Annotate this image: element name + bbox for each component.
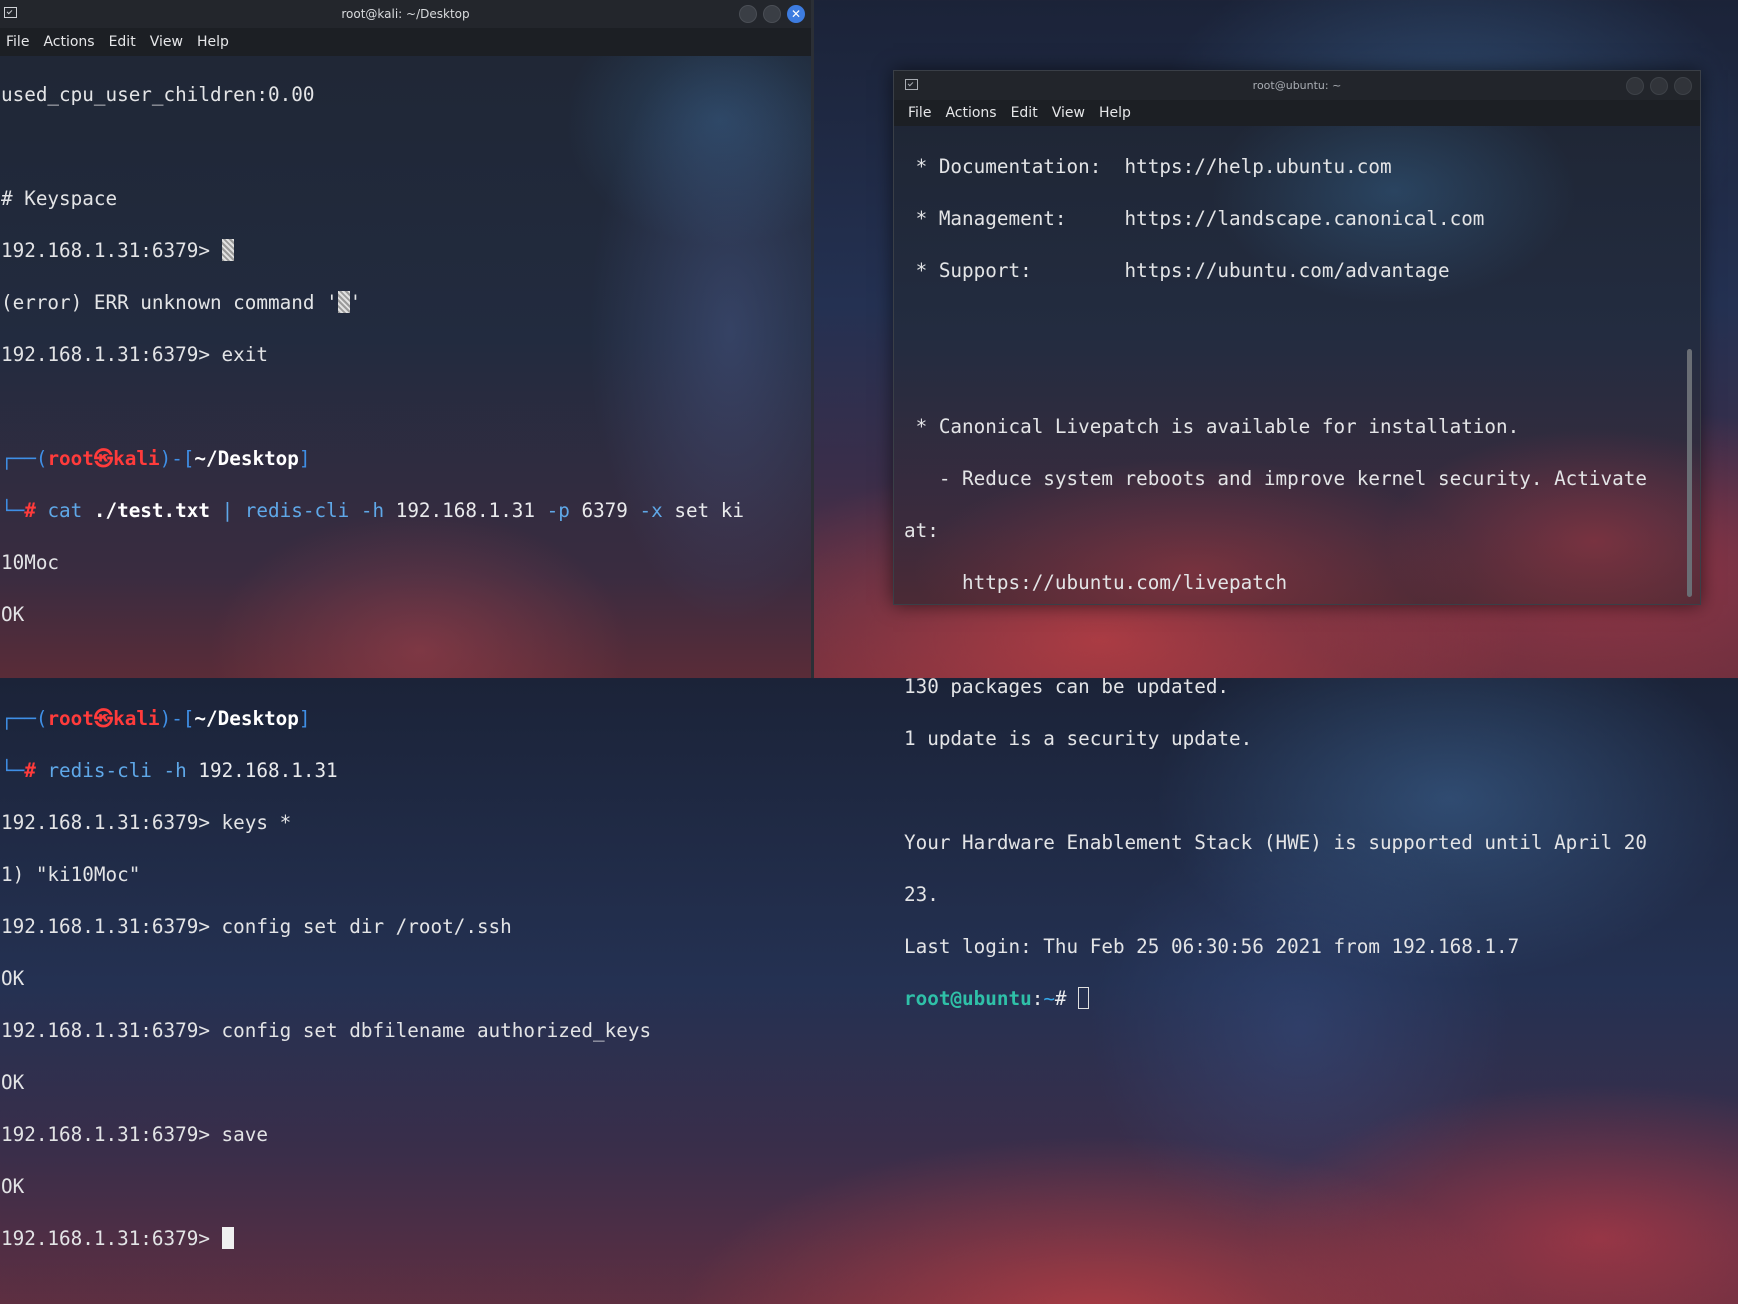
menu-view[interactable]: View: [1052, 100, 1085, 126]
kali-menubar: File Actions Edit View Help: [0, 28, 811, 56]
terminal-line: 192.168.1.31:6379> keys *: [1, 811, 292, 834]
close-icon: ✕: [790, 7, 802, 21]
terminal-line: 1 update is a security update.: [904, 727, 1253, 750]
terminal-line: - Reduce system reboots and improve kern…: [904, 467, 1647, 490]
terminal-line: Last login: Thu Feb 25 06:30:56 2021 fro…: [904, 935, 1520, 958]
terminal-line: 10Moc: [1, 551, 60, 574]
menu-view[interactable]: View: [150, 28, 183, 56]
terminal-icon: [905, 79, 918, 90]
shell-prompt: root@ubuntu:~#: [904, 986, 1700, 1012]
window-controls: [1626, 77, 1692, 95]
terminal-line: 1) "ki10Moc": [1, 863, 141, 886]
menu-help[interactable]: Help: [197, 28, 229, 56]
text-cursor: [1078, 987, 1090, 1009]
garbage-char: [221, 239, 234, 261]
menu-edit[interactable]: Edit: [1011, 100, 1038, 126]
kali-terminal-window[interactable]: root@kali: ~/Desktop ✕ File Actions Edit…: [0, 0, 814, 1250]
window-controls: ✕: [739, 5, 805, 23]
terminal-line: 192.168.1.31:6379> save: [1, 1123, 268, 1146]
minimize-button[interactable]: [1626, 77, 1644, 95]
terminal-line: * Support: https://ubuntu.com/advantage: [904, 259, 1450, 282]
maximize-button[interactable]: [763, 5, 781, 23]
menu-file[interactable]: File: [6, 28, 29, 56]
scrollbar[interactable]: [1687, 349, 1692, 597]
terminal-line: 192.168.1.31:6379> exit: [1, 343, 268, 366]
window-title: root@ubuntu: ~: [1252, 79, 1342, 92]
terminal-line: * Canonical Livepatch is available for i…: [904, 415, 1520, 438]
terminal-icon: [4, 7, 17, 18]
ubuntu-terminal-output[interactable]: * Documentation: https://help.ubuntu.com…: [894, 126, 1700, 1064]
kali-terminal-output[interactable]: used_cpu_user_children:0.00 # Keyspace 1…: [0, 56, 811, 1304]
shell-command-line: └─# cat ./test.txt | redis-cli -h 192.16…: [1, 499, 744, 522]
ubuntu-titlebar[interactable]: root@ubuntu: ~: [894, 71, 1700, 100]
terminal-line: * Documentation: https://help.ubuntu.com: [904, 155, 1392, 178]
terminal-line: OK: [1, 967, 25, 990]
terminal-line: OK: [1, 1175, 25, 1198]
menu-edit[interactable]: Edit: [109, 28, 136, 56]
terminal-line: (error) ERR unknown command ' ': [1, 291, 362, 314]
garbage-char: [337, 291, 350, 313]
menu-help[interactable]: Help: [1099, 100, 1131, 126]
terminal-line: used_cpu_user_children:0.00: [1, 83, 315, 106]
terminal-line: # Keyspace: [1, 187, 118, 210]
close-button[interactable]: [1674, 77, 1692, 95]
menu-file[interactable]: File: [908, 100, 931, 126]
terminal-line: OK: [1, 603, 25, 626]
window-title: root@kali: ~/Desktop: [341, 7, 470, 21]
terminal-line: 192.168.1.31:6379>: [1, 238, 811, 264]
terminal-line: Your Hardware Enablement Stack (HWE) is …: [904, 831, 1647, 854]
terminal-line: 192.168.1.31:6379> config set dir /root/…: [1, 915, 512, 938]
terminal-line: 23.: [904, 883, 939, 906]
terminal-line: at:: [904, 519, 939, 542]
close-button[interactable]: ✕: [787, 5, 805, 23]
minimize-button[interactable]: [739, 5, 757, 23]
maximize-button[interactable]: [1650, 77, 1668, 95]
ubuntu-terminal-window[interactable]: root@ubuntu: ~ File Actions Edit View He…: [893, 70, 1701, 1010]
menu-actions[interactable]: Actions: [43, 28, 94, 56]
terminal-line: OK: [1, 1071, 25, 1094]
terminal-line: * Management: https://landscape.canonica…: [904, 207, 1485, 230]
terminal-line: 192.168.1.31:6379>: [1, 1226, 811, 1252]
shell-prompt: ┌──(root㉿kali)-[~/Desktop]: [1, 447, 311, 470]
menu-actions[interactable]: Actions: [945, 100, 996, 126]
text-cursor: [221, 1227, 234, 1249]
ubuntu-menubar: File Actions Edit View Help: [894, 100, 1700, 126]
kali-titlebar[interactable]: root@kali: ~/Desktop ✕: [0, 0, 811, 28]
terminal-line: https://ubuntu.com/livepatch: [904, 571, 1288, 594]
shell-prompt: ┌──(root㉿kali)-[~/Desktop]: [1, 707, 311, 730]
terminal-line: 192.168.1.31:6379> config set dbfilename…: [1, 1019, 652, 1042]
shell-command-line: └─# redis-cli -h 192.168.1.31: [1, 759, 338, 782]
